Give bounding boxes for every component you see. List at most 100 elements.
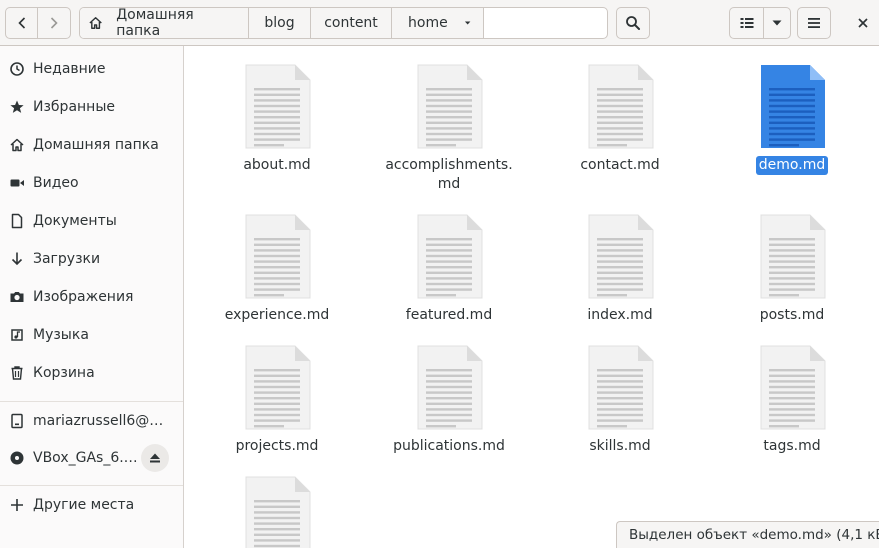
text-document-icon — [417, 345, 483, 430]
sidebar-item-documents[interactable]: Документы — [0, 202, 183, 240]
clock-icon — [8, 60, 26, 78]
file-item[interactable]: experience.md — [202, 214, 352, 325]
file-name: accomplishments.md — [385, 157, 513, 192]
file-name: featured.md — [405, 307, 493, 323]
go-forward-icon — [50, 17, 58, 29]
sidebar-item-label: Другие места — [33, 497, 135, 513]
text-document-icon — [760, 214, 826, 299]
sidebar-item-home[interactable]: Домашняя папка — [0, 126, 183, 164]
text-document-icon — [245, 476, 311, 548]
home-icon — [89, 17, 102, 29]
file-name: tags.md — [763, 438, 821, 454]
file-name: skills.md — [589, 438, 651, 454]
search-button[interactable] — [616, 7, 650, 39]
text-document-icon — [588, 345, 654, 430]
sidebar-item-label: VBox_GAs_6.… — [33, 450, 138, 466]
sidebar-item-other-locations[interactable]: Другие места — [0, 486, 183, 524]
sidebar-item-label: Недавние — [33, 61, 106, 77]
status-text: Выделен объект «demo.md» (4,1 кБ) — [629, 527, 879, 543]
file-grid: about.md accomplishments.md contact.md d… — [184, 46, 879, 548]
file-name: about.md — [243, 157, 311, 173]
sidebar-item-music[interactable]: Музыка — [0, 316, 183, 354]
file-item[interactable]: projects.md — [202, 345, 352, 456]
file-item[interactable]: posts.md — [717, 214, 867, 325]
view-mode-button[interactable] — [729, 7, 764, 39]
breadcrumb-label: blog — [264, 15, 295, 31]
camera-icon — [8, 288, 26, 306]
go-back-icon — [17, 17, 25, 29]
text-document-icon — [760, 345, 826, 430]
path-bar: Домашняя папка blog content home — [79, 7, 608, 39]
breadcrumb-content[interactable]: content — [311, 8, 392, 38]
trash-icon — [8, 364, 26, 382]
file-item[interactable]: skills.md — [545, 345, 695, 456]
forward-button[interactable] — [37, 7, 71, 39]
file-item[interactable]: tags.md — [717, 345, 867, 456]
sidebar-item-downloads[interactable]: Загрузки — [0, 240, 183, 278]
text-document-icon — [417, 64, 483, 149]
breadcrumb-blog[interactable]: blog — [249, 8, 311, 38]
text-document-icon — [245, 214, 311, 299]
breadcrumb-current[interactable]: home — [392, 8, 484, 38]
sidebar-item-label: Музыка — [33, 327, 89, 343]
back-button[interactable] — [5, 7, 38, 39]
file-item[interactable]: accomplishments.md — [374, 64, 524, 194]
text-document-icon — [588, 64, 654, 149]
home-icon — [8, 136, 26, 154]
close-window-button[interactable] — [849, 7, 877, 39]
breadcrumb-label: Домашняя папка — [116, 7, 194, 39]
optical-disc-icon — [8, 449, 26, 467]
text-document-icon — [761, 65, 825, 148]
breadcrumb-label: home — [408, 15, 448, 31]
file-item[interactable]: featured.md — [374, 214, 524, 325]
sidebar-item-label: Изображения — [33, 289, 134, 305]
star-icon — [8, 98, 26, 116]
sidebar-item-label: Корзина — [33, 365, 95, 381]
view-options-button[interactable] — [763, 7, 791, 39]
breadcrumb-label: content — [324, 15, 378, 31]
download-icon — [8, 250, 26, 268]
file-item[interactable]: demo.md — [717, 64, 867, 175]
sidebar-item-recent[interactable]: Недавние — [0, 50, 183, 88]
file-name: projects.md — [235, 438, 319, 454]
header-bar: Домашняя папка blog content home — [0, 0, 879, 46]
sidebar-item-label: Избранные — [33, 99, 115, 115]
menu-icon — [808, 18, 820, 28]
list-view-icon — [740, 18, 753, 28]
sidebar-item-starred[interactable]: Избранные — [0, 88, 183, 126]
file-name: experience.md — [224, 307, 330, 323]
sidebar-item-label: Домашняя папка — [33, 137, 159, 153]
file-item[interactable]: index.md — [545, 214, 695, 325]
sidebar-item-trash[interactable]: Корзина — [0, 354, 183, 392]
file-name: posts.md — [759, 307, 825, 323]
sidebar: Недавние Избранные Домашняя папка Видео … — [0, 46, 184, 548]
file-item[interactable]: about.md — [202, 64, 352, 175]
close-icon — [858, 18, 868, 28]
text-document-icon — [245, 345, 311, 430]
sidebar-item-videos[interactable]: Видео — [0, 164, 183, 202]
music-icon — [8, 326, 26, 344]
sidebar-item-network-drive[interactable]: mariazrussell6@… — [0, 402, 183, 440]
file-item[interactable]: publications.md — [374, 345, 524, 456]
chevron-down-icon — [772, 20, 782, 26]
file-item[interactable]: contact.md — [545, 64, 695, 175]
eject-icon — [150, 453, 160, 463]
search-icon — [626, 16, 640, 30]
main-menu-button[interactable] — [797, 7, 831, 39]
file-name: demo.md — [755, 156, 829, 175]
file-name: publications.md — [393, 438, 505, 454]
document-icon — [8, 212, 26, 230]
sidebar-item-pictures[interactable]: Изображения — [0, 278, 183, 316]
text-document-icon — [588, 214, 654, 299]
video-icon — [8, 174, 26, 192]
sidebar-item-label: Документы — [33, 213, 117, 229]
sidebar-item-label: Видео — [33, 175, 79, 191]
breadcrumb-home[interactable]: Домашняя папка — [80, 8, 249, 38]
file-item[interactable] — [202, 476, 352, 548]
text-document-icon — [417, 214, 483, 299]
eject-button[interactable] — [141, 444, 169, 472]
file-name: contact.md — [580, 157, 660, 173]
chevron-down-icon — [464, 21, 471, 25]
plus-icon — [8, 496, 26, 514]
sidebar-item-label: mariazrussell6@… — [33, 413, 164, 429]
